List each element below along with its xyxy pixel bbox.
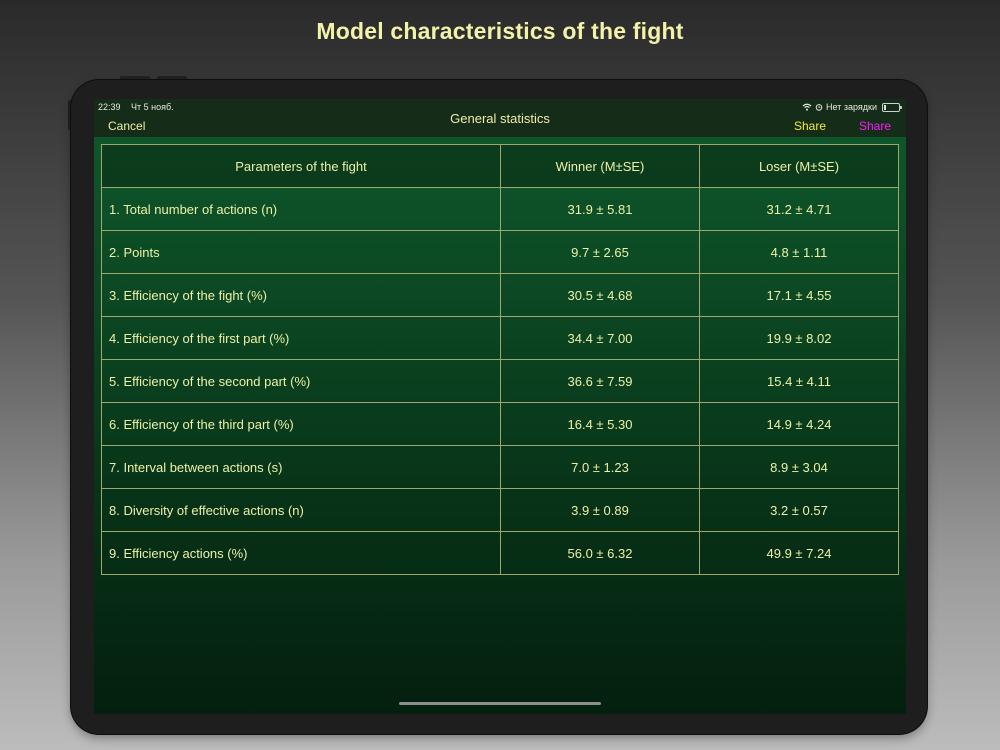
table-row: 9. Efficiency actions (%) 56.0 ± 6.32 49…: [101, 531, 899, 575]
tablet-screen: 22:39 Чт 5 нояб. Нет зарядки Cancel Gene…: [94, 99, 906, 714]
loser-cell: 31.2 ± 4.71: [699, 187, 899, 231]
statistics-table: Parameters of the fight Winner (M±SE) Lo…: [101, 144, 899, 575]
winner-cell: 30.5 ± 4.68: [500, 273, 700, 317]
parameter-cell: 3. Efficiency of the fight (%): [101, 273, 501, 317]
column-header-loser: Loser (M±SE): [699, 144, 899, 188]
table-row: 8. Diversity of effective actions (n) 3.…: [101, 488, 899, 532]
table-row: 2. Points 9.7 ± 2.65 4.8 ± 1.11: [101, 230, 899, 274]
nav-title: General statistics: [450, 111, 550, 126]
table-row: 1. Total number of actions (n) 31.9 ± 5.…: [101, 187, 899, 231]
table-row: 5. Efficiency of the second part (%) 36.…: [101, 359, 899, 403]
loser-cell: 17.1 ± 4.55: [699, 273, 899, 317]
loser-cell: 19.9 ± 8.02: [699, 316, 899, 360]
loser-cell: 49.9 ± 7.24: [699, 531, 899, 575]
winner-cell: 36.6 ± 7.59: [500, 359, 700, 403]
loser-cell: 14.9 ± 4.24: [699, 402, 899, 446]
share-button-secondary[interactable]: Share: [859, 119, 891, 133]
loser-cell: 3.2 ± 0.57: [699, 488, 899, 532]
table-header-row: Parameters of the fight Winner (M±SE) Lo…: [101, 144, 899, 188]
winner-cell: 31.9 ± 5.81: [500, 187, 700, 231]
navigation-bar: 22:39 Чт 5 нояб. Нет зарядки Cancel Gene…: [94, 99, 906, 137]
parameter-cell: 9. Efficiency actions (%): [101, 531, 501, 575]
page-title: Model characteristics of the fight: [316, 18, 684, 44]
winner-cell: 16.4 ± 5.30: [500, 402, 700, 446]
parameter-cell: 7. Interval between actions (s): [101, 445, 501, 489]
winner-cell: 7.0 ± 1.23: [500, 445, 700, 489]
parameter-cell: 4. Efficiency of the first part (%): [101, 316, 501, 360]
alarm-icon: [815, 104, 823, 111]
parameter-cell: 5. Efficiency of the second part (%): [101, 359, 501, 403]
loser-cell: 15.4 ± 4.11: [699, 359, 899, 403]
winner-cell: 56.0 ± 6.32: [500, 531, 700, 575]
parameter-cell: 1. Total number of actions (n): [101, 187, 501, 231]
table-row: 7. Interval between actions (s) 7.0 ± 1.…: [101, 445, 899, 489]
parameter-cell: 8. Diversity of effective actions (n): [101, 488, 501, 532]
winner-cell: 9.7 ± 2.65: [500, 230, 700, 274]
table-row: 3. Efficiency of the fight (%) 30.5 ± 4.…: [101, 273, 899, 317]
parameter-cell: 2. Points: [101, 230, 501, 274]
share-button[interactable]: Share: [794, 119, 826, 133]
column-header-winner: Winner (M±SE): [500, 144, 700, 188]
loser-cell: 8.9 ± 3.04: [699, 445, 899, 489]
home-indicator[interactable]: [399, 702, 601, 705]
table-row: 4. Efficiency of the first part (%) 34.4…: [101, 316, 899, 360]
winner-cell: 34.4 ± 7.00: [500, 316, 700, 360]
parameter-cell: 6. Efficiency of the third part (%): [101, 402, 501, 446]
column-header-parameters: Parameters of the fight: [101, 144, 501, 188]
wifi-icon: [802, 103, 812, 111]
winner-cell: 3.9 ± 0.89: [500, 488, 700, 532]
table-row: 6. Efficiency of the third part (%) 16.4…: [101, 402, 899, 446]
loser-cell: 4.8 ± 1.11: [699, 230, 899, 274]
